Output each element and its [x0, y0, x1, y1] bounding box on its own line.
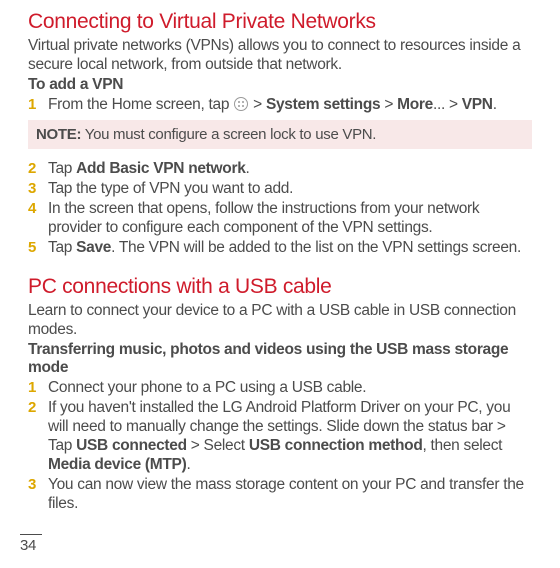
step-number: 1 — [28, 95, 44, 114]
usb-intro-text: Learn to connect your device to a PC wit… — [28, 301, 532, 339]
step-text: > Select — [187, 437, 249, 454]
step-bold: More — [397, 96, 433, 113]
step-bold: Media device (MTP) — [48, 456, 186, 473]
vpn-step-5: 5 Tap Save. The VPN will be added to the… — [28, 238, 532, 257]
step-text: Tap — [48, 239, 76, 256]
vpn-step-4: 4 In the screen that opens, follow the i… — [28, 199, 532, 237]
step-text: From the Home screen, tap — [48, 96, 233, 113]
step-text: . — [493, 96, 497, 113]
step-text: You can now view the mass storage conten… — [48, 476, 524, 512]
vpn-subhead: To add a VPN — [28, 76, 532, 94]
vpn-steps-list-b: 2 Tap Add Basic VPN network. 3 Tap the t… — [28, 159, 532, 257]
step-text: . The VPN will be added to the list on t… — [111, 239, 521, 256]
step-text: Tap the type of VPN you want to add. — [48, 180, 293, 197]
step-number: 2 — [28, 398, 44, 417]
step-bold: Save — [76, 239, 111, 256]
usb-step-2: 2 If you haven't installed the LG Androi… — [28, 398, 532, 474]
vpn-step-2: 2 Tap Add Basic VPN network. — [28, 159, 532, 178]
apps-icon — [234, 97, 248, 111]
usb-steps-list: 1 Connect your phone to a PC using a USB… — [28, 378, 532, 513]
step-number: 5 — [28, 238, 44, 257]
note-text: You must configure a screen lock to use … — [81, 126, 376, 143]
step-number: 2 — [28, 159, 44, 178]
vpn-step-1: 1 From the Home screen, tap > System set… — [28, 95, 532, 114]
step-number: 1 — [28, 378, 44, 397]
usb-step-1: 1 Connect your phone to a PC using a USB… — [28, 378, 532, 397]
usb-step-3: 3 You can now view the mass storage cont… — [28, 475, 532, 513]
step-number: 3 — [28, 179, 44, 198]
step-bold: Add Basic VPN network — [76, 160, 245, 177]
vpn-step-3: 3 Tap the type of VPN you want to add. — [28, 179, 532, 198]
step-text: . — [246, 160, 250, 177]
step-text: Tap — [48, 160, 76, 177]
manual-page: Connecting to Virtual Private Networks V… — [0, 0, 560, 568]
step-text: > — [380, 96, 397, 113]
step-text: > — [249, 96, 266, 113]
step-number: 3 — [28, 475, 44, 494]
vpn-intro-text: Virtual private networks (VPNs) allows y… — [28, 36, 532, 74]
heading-usb: PC connections with a USB cable — [28, 275, 532, 299]
step-bold: USB connection method — [249, 437, 423, 454]
note-box: NOTE: You must configure a screen lock t… — [28, 120, 532, 149]
step-bold: USB connected — [76, 437, 187, 454]
step-bold: System settings — [266, 96, 380, 113]
step-text: , then select — [423, 437, 503, 454]
step-number: 4 — [28, 199, 44, 218]
note-label: NOTE: — [36, 126, 81, 143]
step-text: In the screen that opens, follow the ins… — [48, 200, 479, 236]
step-text: ... > — [433, 96, 462, 113]
heading-vpn: Connecting to Virtual Private Networks — [28, 10, 532, 34]
step-text: . — [186, 456, 190, 473]
page-number: 34 — [20, 534, 42, 554]
step-bold: VPN — [462, 96, 493, 113]
step-text: Connect your phone to a PC using a USB c… — [48, 379, 366, 396]
usb-subhead: Transferring music, photos and videos us… — [28, 341, 532, 377]
vpn-steps-list-a: 1 From the Home screen, tap > System set… — [28, 95, 532, 114]
